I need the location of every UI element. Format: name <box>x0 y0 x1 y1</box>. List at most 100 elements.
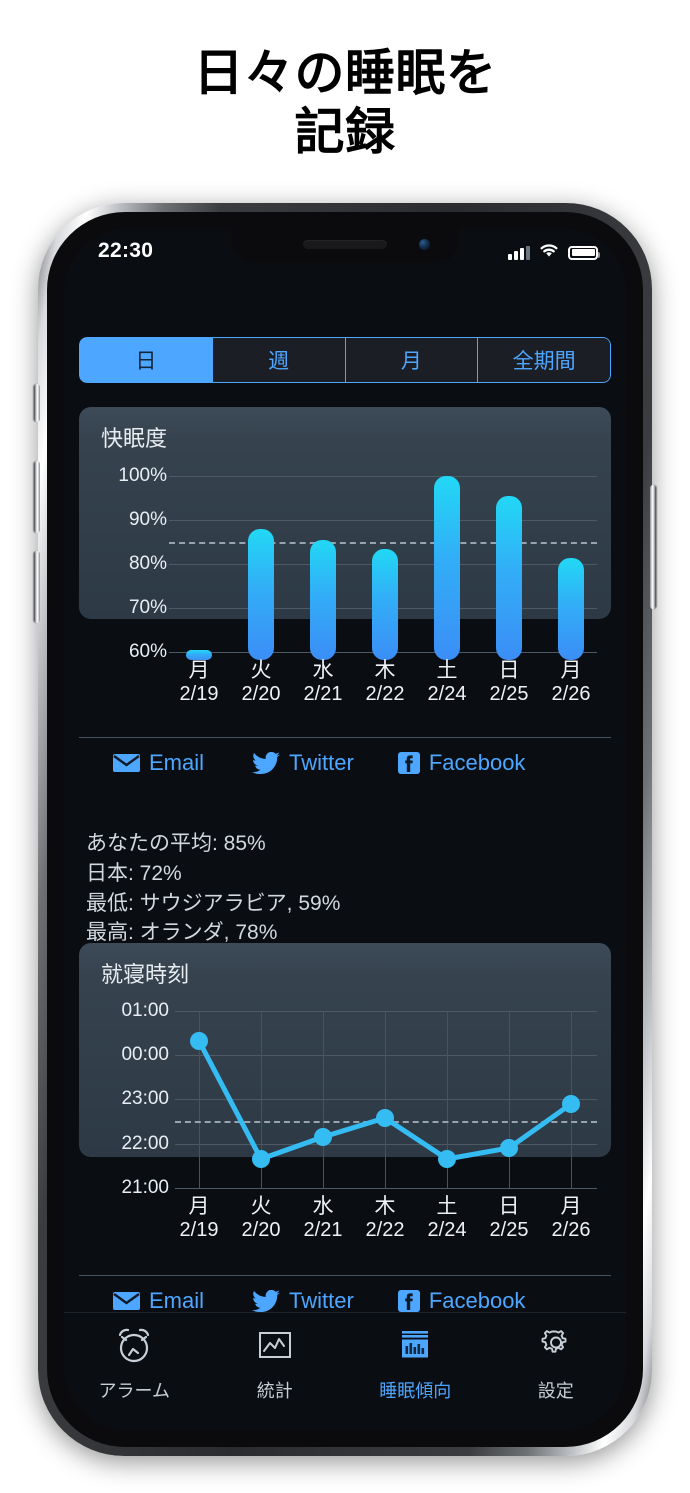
stat-country: 日本: 72% <box>86 861 182 885</box>
volume-up-button[interactable] <box>34 461 40 533</box>
phone-screen: 22:30 日 週 月 全期間 快眠度 100% 90% 80% 70% 60%… <box>64 229 626 1430</box>
segment-week[interactable]: 週 <box>212 337 346 383</box>
segment-day[interactable]: 日 <box>79 337 213 383</box>
tab-alarm-label: アラーム <box>98 1381 170 1401</box>
facebook-icon <box>397 752 420 774</box>
point-wed-221[interactable] <box>314 1128 332 1146</box>
app-viewport: 22:30 日 週 月 全期間 快眠度 100% 90% 80% 70% 60%… <box>64 229 626 1430</box>
tab-sleep-trends-label: 睡眠傾向 <box>379 1381 452 1401</box>
bedtime-card: 就寝時刻 01:00 00:00 23:00 22:00 21:00 月 2/1… <box>79 943 611 1313</box>
phone-frame: 22:30 日 週 月 全期間 快眠度 100% 90% 80% 70% 60%… <box>34 203 656 1456</box>
point-sun-225[interactable] <box>500 1139 518 1157</box>
period-segmented-control[interactable]: 日 週 月 全期間 <box>79 337 611 383</box>
tab-settings-label: 設定 <box>537 1381 574 1401</box>
point-tue-220[interactable] <box>252 1150 270 1168</box>
share-email-label: Email <box>149 750 205 775</box>
line-chart-icon <box>255 1325 295 1370</box>
point-thu-222[interactable] <box>376 1109 394 1127</box>
x-label-5: 日 2/25 <box>489 659 529 705</box>
x-label-bedtime-4: 土 2/24 <box>427 1195 467 1241</box>
x-label-4: 土 2/24 <box>427 659 467 705</box>
bedtime-line-chart: 01:00 00:00 23:00 22:00 21:00 月 2/19 火 2… <box>79 943 611 1241</box>
bar-chart-icon <box>395 1325 435 1370</box>
bar-wed-221[interactable] <box>310 540 336 660</box>
y-tick-70: 70% <box>128 597 167 618</box>
point-mon-226[interactable] <box>562 1095 580 1113</box>
bar-mon-226[interactable] <box>558 558 584 660</box>
share-twitter-button-bedtime[interactable]: Twitter <box>252 1288 354 1314</box>
segment-month[interactable]: 月 <box>345 337 479 383</box>
card-divider <box>79 737 611 738</box>
tab-sleep-trends[interactable]: 睡眠傾向 <box>345 1325 486 1403</box>
notch <box>232 229 458 263</box>
earpiece-speaker-icon <box>303 240 387 249</box>
status-bar-indicators <box>508 242 600 263</box>
gridline-90 <box>169 520 597 521</box>
bar-sat-224[interactable] <box>434 476 460 660</box>
stats-summary: あなたの平均: 85% 日本: 72% 最低: サウジアラビア, 59% 最高:… <box>86 829 586 948</box>
email-icon <box>113 1291 140 1311</box>
y-tick-60: 60% <box>128 641 167 662</box>
share-email-label-bedtime: Email <box>149 1288 205 1313</box>
battery-full-icon <box>568 245 600 260</box>
share-twitter-label-bedtime: Twitter <box>289 1288 354 1313</box>
phone-bezel: 22:30 日 週 月 全期間 快眠度 100% 90% 80% 70% 60%… <box>47 212 643 1447</box>
tab-statistics[interactable]: 統計 <box>205 1325 346 1403</box>
gridline-100 <box>169 476 597 477</box>
sleep-quality-bar-chart: 100% 90% 80% 70% 60% 月 2/19 火 2/20 水 2/2… <box>79 407 611 705</box>
share-email-button[interactable]: Email <box>113 750 204 776</box>
y-tick-100: 100% <box>118 465 167 486</box>
x-label-0: 月 2/19 <box>179 659 219 705</box>
page-title: 日々の睡眠を 記録 <box>193 45 497 160</box>
cellular-bars-icon <box>508 245 530 260</box>
twitter-icon <box>252 752 281 774</box>
silent-switch[interactable] <box>34 384 40 422</box>
stat-lowest: 最低: サウジアラビア, 59% <box>86 891 341 915</box>
front-camera-icon <box>419 239 430 250</box>
x-label-bedtime-1: 火 2/20 <box>241 1195 281 1241</box>
alarm-clock-icon <box>113 1325 155 1370</box>
x-label-1: 火 2/20 <box>241 659 281 705</box>
point-sat-224[interactable] <box>438 1150 456 1168</box>
tab-statistics-label: 統計 <box>256 1381 293 1401</box>
bedtime-line-path <box>196 1038 574 1162</box>
average-dashed-line <box>169 542 597 544</box>
share-email-button-bedtime[interactable]: Email <box>113 1288 204 1314</box>
share-twitter-label: Twitter <box>289 750 354 775</box>
tab-alarm[interactable]: アラーム <box>64 1325 205 1403</box>
share-facebook-label-bedtime: Facebook <box>428 1288 526 1313</box>
x-label-bedtime-0: 月 2/19 <box>179 1195 219 1241</box>
volume-down-button[interactable] <box>34 551 40 623</box>
segment-all[interactable]: 全期間 <box>478 337 611 383</box>
bar-tue-220[interactable] <box>248 529 274 660</box>
tab-bar: アラーム 統計 睡眠傾向 設定 <box>64 1312 626 1430</box>
page-root: 日々の睡眠を 記録 22:30 日 週 月 全期間 快眠度 100% 90% 8… <box>0 0 690 1493</box>
gear-icon <box>536 1325 576 1370</box>
point-mon-219[interactable] <box>190 1032 208 1050</box>
bar-sun-225[interactable] <box>496 496 522 660</box>
facebook-icon <box>397 1290 420 1312</box>
y-tick-80: 80% <box>128 553 167 574</box>
stat-your-average: あなたの平均: 85% <box>86 832 266 855</box>
share-facebook-button[interactable]: Facebook <box>397 750 526 776</box>
x-label-bedtime-3: 木 2/22 <box>365 1195 405 1241</box>
share-twitter-button[interactable]: Twitter <box>252 750 354 776</box>
power-button[interactable] <box>650 485 656 609</box>
status-bar-time: 22:30 <box>98 239 154 262</box>
x-label-bedtime-5: 日 2/25 <box>489 1195 529 1241</box>
x-label-bedtime-6: 月 2/26 <box>551 1195 591 1241</box>
twitter-icon <box>252 1290 281 1312</box>
x-label-2: 水 2/21 <box>303 659 343 705</box>
x-label-6: 月 2/26 <box>551 659 591 705</box>
share-row-sleep-quality: Email Twitter Facebook <box>79 741 611 785</box>
share-facebook-label: Facebook <box>428 750 526 775</box>
tab-settings[interactable]: 設定 <box>486 1325 627 1403</box>
share-facebook-button-bedtime[interactable]: Facebook <box>397 1288 526 1314</box>
bar-thu-222[interactable] <box>372 549 398 660</box>
wifi-icon <box>538 242 560 263</box>
y-tick-90: 90% <box>128 509 167 530</box>
sleep-quality-card: 快眠度 100% 90% 80% 70% 60% 月 2/19 火 2/20 水… <box>79 407 611 775</box>
x-label-3: 木 2/22 <box>365 659 405 705</box>
card-divider-bedtime <box>79 1275 611 1276</box>
email-icon <box>113 753 140 773</box>
